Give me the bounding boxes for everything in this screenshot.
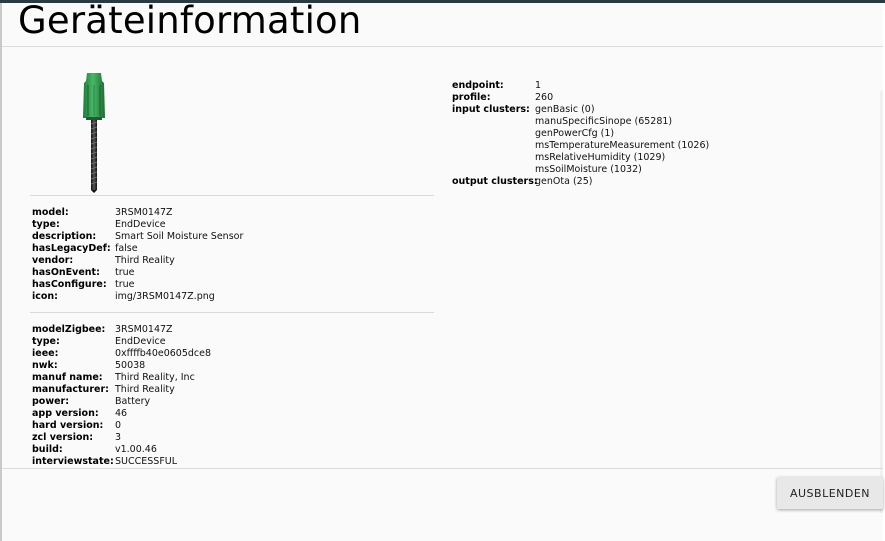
dialog-title: Geräteinformation bbox=[18, 0, 362, 42]
info-divider bbox=[30, 195, 434, 196]
info-key: input clusters: bbox=[452, 104, 530, 115]
input-clusters-row: msRelativeHumidity (1029) bbox=[452, 152, 709, 164]
zigbee-row: modelZigbee: 3RSM0147Z bbox=[32, 324, 211, 336]
info-value: true bbox=[115, 279, 135, 290]
info-key: hasOnEvent: bbox=[32, 267, 100, 278]
info-value: SUCCESSFUL bbox=[115, 456, 178, 467]
info-key: output clusters: bbox=[452, 176, 538, 187]
info-value: 3RSM0147Z bbox=[115, 324, 173, 335]
info-row-hasconfigure: hasConfigure: true bbox=[32, 279, 243, 291]
info-key: hasConfigure: bbox=[32, 279, 107, 290]
info-row-type: type: EndDevice bbox=[32, 219, 243, 231]
zigbee-info-list: modelZigbee: 3RSM0147Z type: EndDevice i… bbox=[32, 324, 211, 468]
input-clusters-row: manuSpecificSinope (65281) bbox=[452, 116, 709, 128]
cluster-item: genPowerCfg (1) bbox=[535, 128, 615, 139]
cluster-item: genBasic (0) bbox=[535, 104, 595, 115]
info-key: app version: bbox=[32, 408, 99, 419]
info-row-icon: icon: img/3RSM0147Z.png bbox=[32, 291, 243, 303]
info-key: description: bbox=[32, 231, 97, 242]
info-key: zcl version: bbox=[32, 432, 94, 443]
model-link[interactable]: 3RSM0147Z bbox=[115, 207, 173, 219]
info-value: 3 bbox=[115, 432, 122, 443]
zigbee-row: power: Battery bbox=[32, 396, 211, 408]
info-key: endpoint: bbox=[452, 80, 504, 91]
zigbee-row: build: v1.00.46 bbox=[32, 444, 211, 456]
info-key: model: bbox=[32, 207, 69, 218]
info-value: Smart Soil Moisture Sensor bbox=[115, 231, 244, 242]
output-clusters-row: output clusters: genOta (25) bbox=[452, 176, 709, 188]
info-value: 1 bbox=[535, 80, 542, 91]
info-key: hasLegacyDef: bbox=[32, 243, 111, 254]
device-info-dialog: Geräteinformation model: 3RSM0147Z type:… bbox=[2, 0, 883, 541]
cluster-item: msRelativeHumidity (1029) bbox=[535, 152, 666, 163]
info-value: EndDevice bbox=[115, 219, 166, 230]
info-value: img/3RSM0147Z.png bbox=[115, 291, 215, 302]
hide-button[interactable]: AUSBLENDEN bbox=[777, 477, 883, 509]
endpoint-row: endpoint: 1 bbox=[452, 80, 709, 92]
input-clusters-row: msTemperatureMeasurement (1026) bbox=[452, 140, 709, 152]
zigbee-row: type: EndDevice bbox=[32, 336, 211, 348]
info-value: Third Reality, Inc bbox=[115, 372, 195, 383]
zigbee-row: nwk: 50038 bbox=[32, 360, 211, 372]
info-key: type: bbox=[32, 219, 60, 230]
zigbee-row: interviewstate: SUCCESSFUL bbox=[32, 456, 211, 468]
info-row-model: model: 3RSM0147Z bbox=[32, 207, 243, 219]
info-key: hard version: bbox=[32, 420, 104, 431]
zigbee-divider bbox=[30, 312, 434, 313]
zigbee-row: app version: 46 bbox=[32, 408, 211, 420]
cluster-item: genOta (25) bbox=[535, 176, 593, 187]
info-key: build: bbox=[32, 444, 63, 455]
zigbee-row: hard version: 0 bbox=[32, 420, 211, 432]
device-info-list: model: 3RSM0147Z type: EndDevice descrip… bbox=[32, 207, 243, 303]
profile-row: profile: 260 bbox=[452, 92, 709, 104]
info-value: 0xffffb40e0605dce8 bbox=[115, 348, 212, 359]
zigbee-row: manuf name: Third Reality, Inc bbox=[32, 372, 211, 384]
zigbee-row: zcl version: 3 bbox=[32, 432, 211, 444]
input-clusters-row: msSoilMoisture (1032) bbox=[452, 164, 709, 176]
info-key: type: bbox=[32, 336, 60, 347]
info-key: manuf name: bbox=[32, 372, 103, 383]
soil-moisture-sensor-image bbox=[83, 73, 105, 193]
info-key: power: bbox=[32, 396, 70, 407]
info-value: false bbox=[115, 243, 138, 254]
cluster-item: msSoilMoisture (1032) bbox=[535, 164, 642, 175]
info-value: Third Reality bbox=[115, 255, 175, 266]
info-value: true bbox=[115, 267, 135, 278]
info-key: ieee: bbox=[32, 348, 59, 359]
dialog-content: model: 3RSM0147Z type: EndDevice descrip… bbox=[2, 47, 883, 513]
input-clusters-row: genPowerCfg (1) bbox=[452, 128, 709, 140]
scrollbar-track[interactable] bbox=[880, 91, 883, 513]
info-key: nwk: bbox=[32, 360, 58, 371]
info-row-haslegacydef: hasLegacyDef: false bbox=[32, 243, 243, 255]
info-value: v1.00.46 bbox=[115, 444, 157, 455]
cluster-item: manuSpecificSinope (65281) bbox=[535, 116, 673, 127]
info-value: Third Reality bbox=[115, 384, 175, 395]
info-key: modelZigbee: bbox=[32, 324, 106, 335]
info-value: EndDevice bbox=[115, 336, 166, 347]
info-value: 0 bbox=[115, 420, 122, 431]
info-key: vendor: bbox=[32, 255, 74, 266]
info-row-hasonevent: hasOnEvent: true bbox=[32, 267, 243, 279]
info-key: icon: bbox=[32, 291, 58, 302]
info-row-description: description: Smart Soil Moisture Sensor bbox=[32, 231, 243, 243]
info-key: manufacturer: bbox=[32, 384, 109, 395]
input-clusters-row: input clusters: genBasic (0) bbox=[452, 104, 709, 116]
info-value: 260 bbox=[535, 92, 554, 103]
zigbee-row: manufacturer: Third Reality bbox=[32, 384, 211, 396]
zigbee-row: ieee: 0xffffb40e0605dce8 bbox=[32, 348, 211, 360]
info-value: 50038 bbox=[115, 360, 146, 371]
footer-divider bbox=[2, 468, 883, 469]
info-row-vendor: vendor: Third Reality bbox=[32, 255, 243, 267]
info-key: profile: bbox=[452, 92, 491, 103]
info-value: Battery bbox=[115, 396, 151, 407]
info-value: 46 bbox=[115, 408, 128, 419]
endpoint-info-list: endpoint: 1 profile: 260 input clusters:… bbox=[452, 80, 709, 188]
info-key: interviewstate: bbox=[32, 456, 114, 467]
cluster-item: msTemperatureMeasurement (1026) bbox=[535, 140, 710, 151]
